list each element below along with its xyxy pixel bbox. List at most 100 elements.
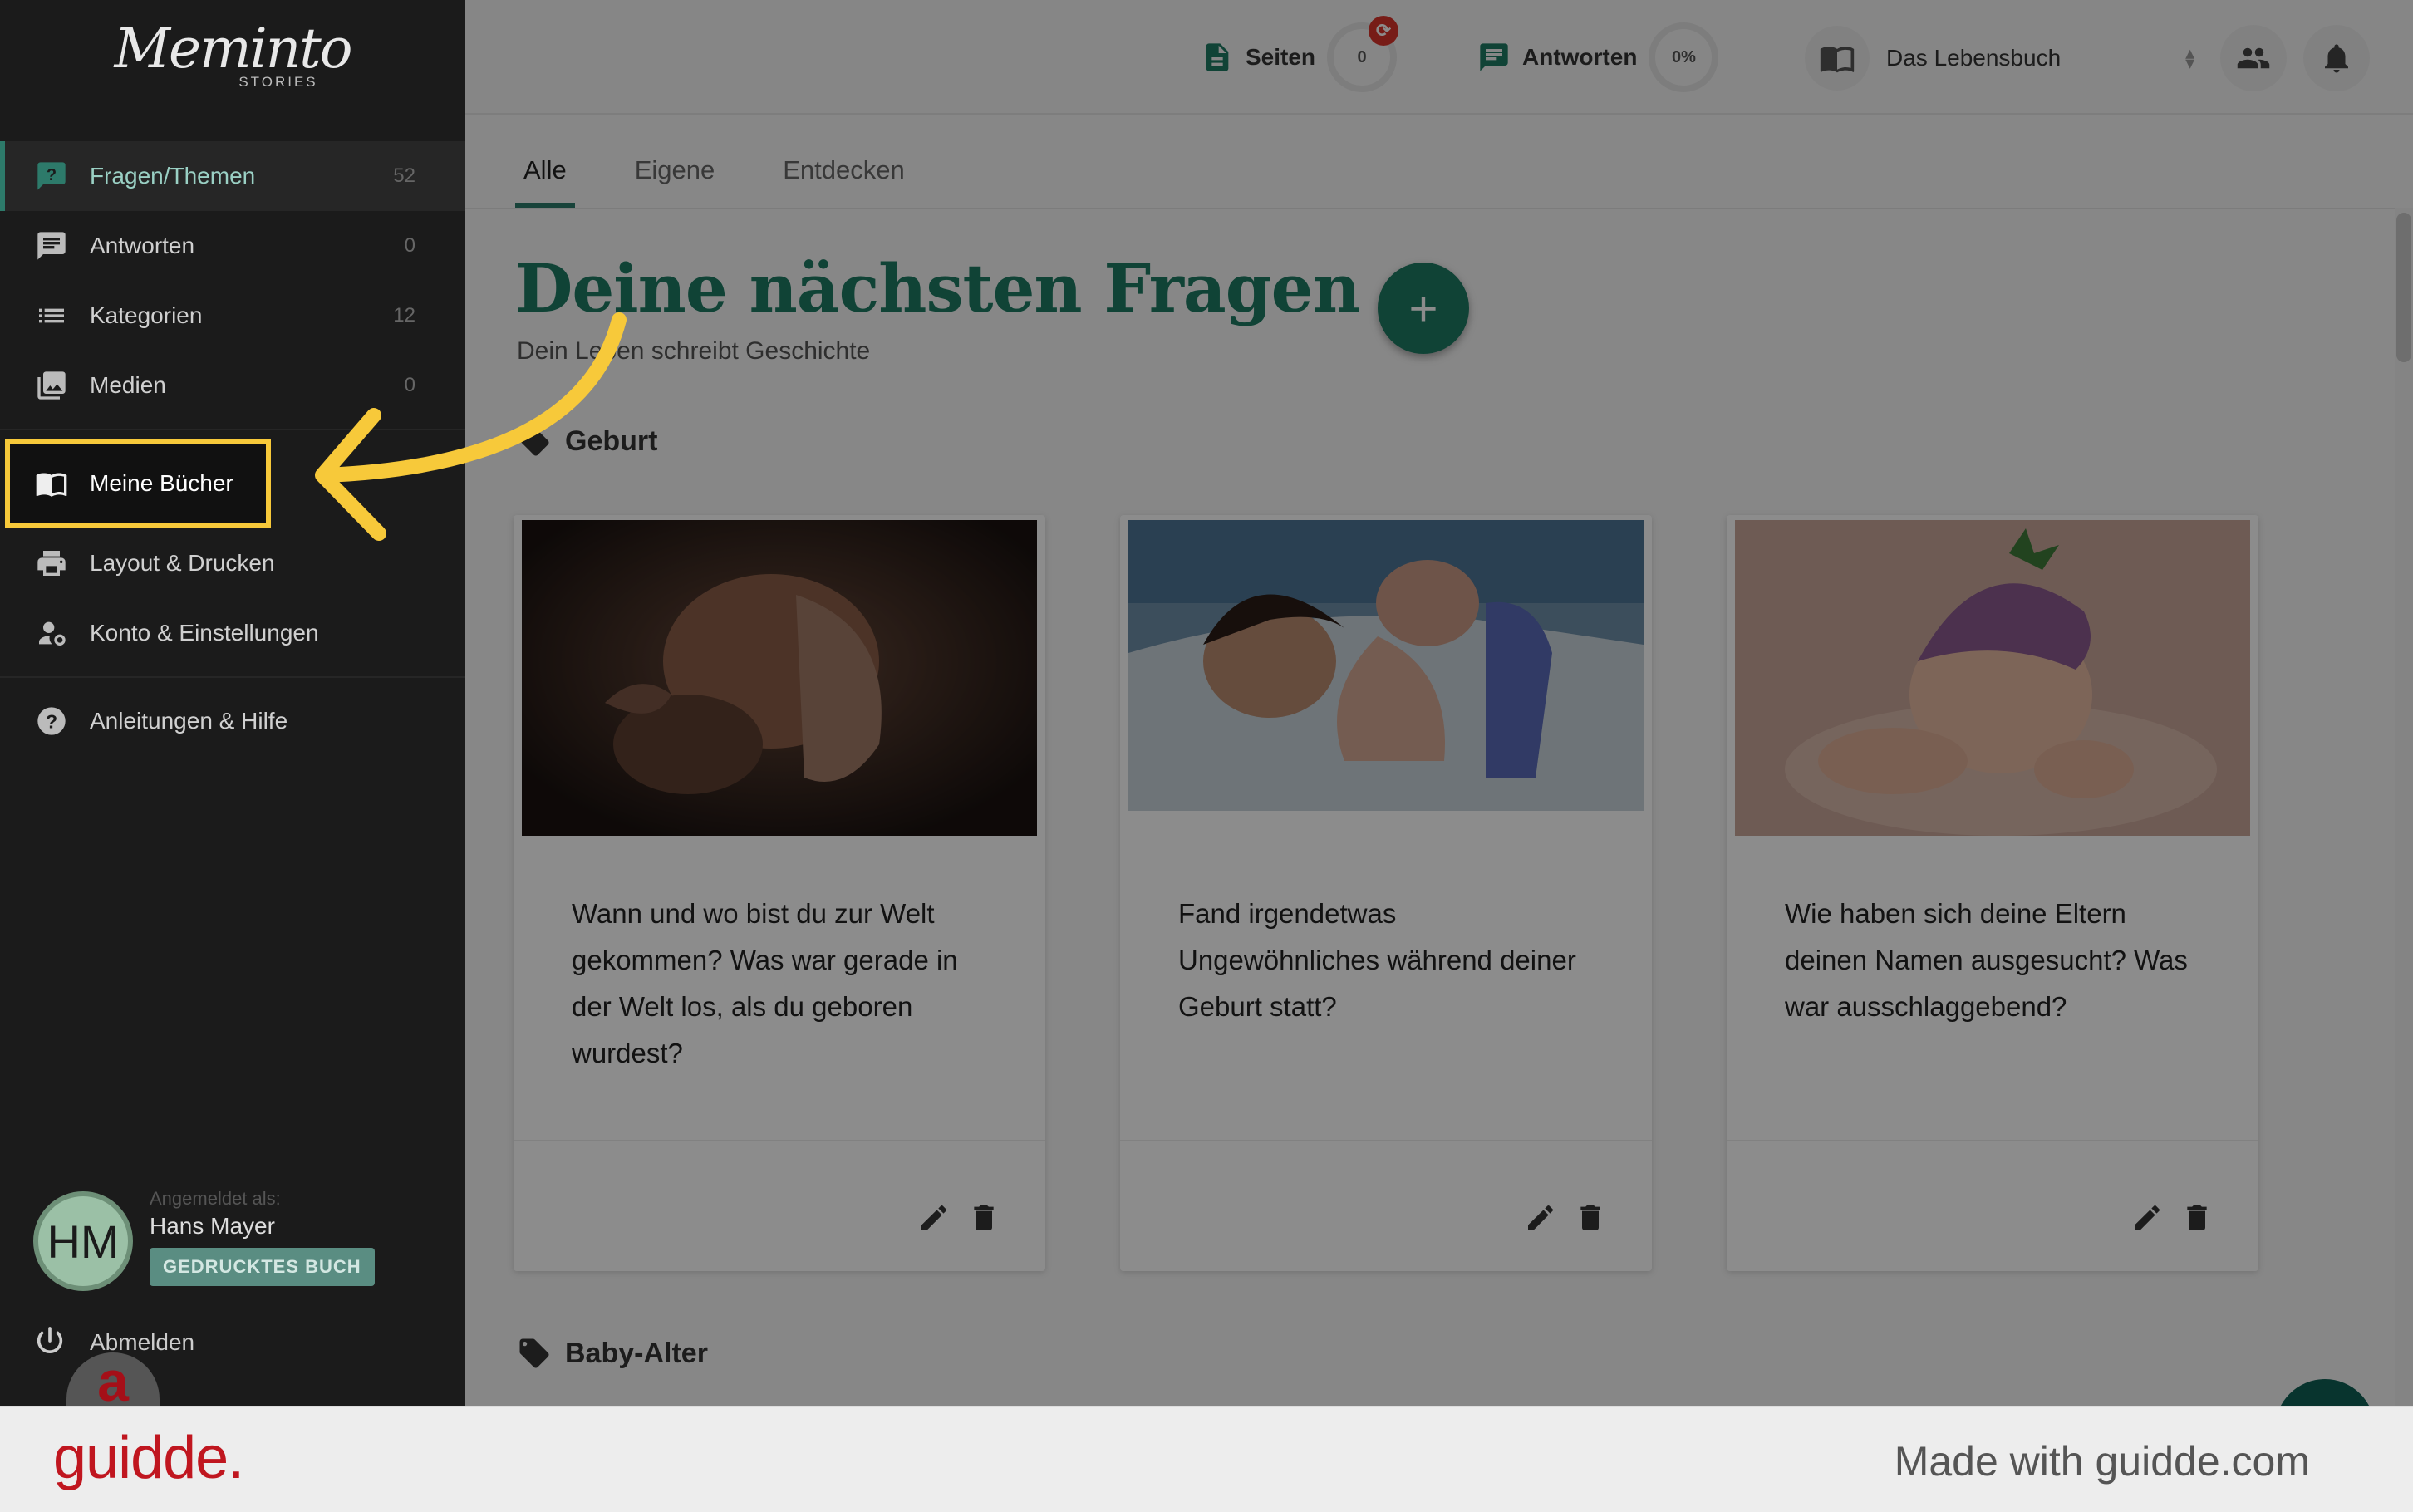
guidde-logo[interactable]: guidde.	[53, 1424, 244, 1492]
edit-icon[interactable]	[2127, 1198, 2167, 1238]
sidebar-item-count: 52	[393, 164, 415, 187]
sidebar-item-count: 0	[404, 374, 415, 396]
delete-icon[interactable]	[1570, 1198, 1610, 1238]
card-image-mother-newborn	[1128, 520, 1644, 836]
updown-chevron-icon: ▴ ▾	[2185, 42, 2195, 73]
tag-icon	[517, 1336, 552, 1371]
people-icon	[2237, 47, 2270, 69]
card-question: Wie haben sich deine Eltern deinen Namen…	[1785, 898, 2188, 1022]
chat-icon	[33, 228, 70, 264]
photo-library-icon	[33, 367, 70, 404]
pages-value: 0	[1357, 47, 1367, 66]
logo-text: Meminto	[114, 17, 352, 81]
delete-icon[interactable]	[2177, 1198, 2217, 1238]
card-divider	[1727, 1140, 2258, 1141]
logged-in-label: Angemeldet als:	[150, 1188, 281, 1209]
logout-label: Abmelden	[90, 1329, 195, 1355]
section-title: Baby-Alter	[565, 1337, 708, 1369]
sidebar-item-fragen-themen[interactable]: ? Fragen/Themen 52	[0, 141, 465, 211]
scrollbar[interactable]	[2395, 208, 2413, 1406]
section-title: Geburt	[565, 425, 658, 457]
made-with-text[interactable]: Made with guidde.com	[1895, 1437, 2310, 1485]
book-icon	[33, 465, 70, 502]
app-logo[interactable]: Meminto STORIES	[0, 17, 465, 91]
page-title: Deine nächsten Fragen	[515, 249, 1361, 327]
sidebar-item-antworten[interactable]: Antworten 0	[0, 211, 465, 281]
sidebar-item-meine-buecher[interactable]: Meine Bücher	[5, 439, 271, 528]
help-icon: ?	[33, 703, 70, 739]
avatar[interactable]: HM	[33, 1191, 133, 1291]
sidebar-item-kategorien[interactable]: Kategorien 12	[0, 281, 465, 351]
add-question-button[interactable]: +	[1378, 263, 1469, 354]
person-settings-icon	[33, 615, 70, 651]
sidebar-item-label: Meine Bücher	[90, 470, 233, 496]
chat-icon	[1477, 39, 1511, 76]
bell-icon	[2325, 44, 2348, 73]
user-name: Hans Mayer	[150, 1213, 275, 1239]
tab-alle[interactable]: Alle	[515, 133, 575, 208]
tag-icon	[517, 424, 552, 459]
plan-badge: GEDRUCKTES BUCH	[150, 1248, 375, 1286]
question-card[interactable]: Wann und wo bist du zur Welt gekommen? W…	[514, 515, 1045, 1271]
sidebar-item-label: Antworten	[90, 233, 195, 258]
scrollbar-thumb[interactable]	[2396, 213, 2411, 362]
document-icon	[1201, 39, 1234, 76]
question-icon: ?	[33, 158, 70, 194]
sidebar-item-layout-drucken[interactable]: Layout & Drucken	[0, 528, 465, 598]
tab-bar: Alle Eigene Entdecken	[515, 133, 965, 208]
sidebar-item-label: Anleitungen & Hilfe	[90, 708, 288, 734]
top-bar: Seiten 0 ⟳ Antworten 0% Das Lebensbuch ▴…	[465, 0, 2413, 115]
card-image-newborn-hand	[522, 520, 1037, 836]
question-card[interactable]: Wie haben sich deine Eltern deinen Namen…	[1727, 515, 2258, 1271]
question-card[interactable]: Fand irgendetwas Ungewöhnliches während …	[1120, 515, 1652, 1271]
sidebar-item-count: 0	[404, 234, 415, 257]
pages-label: Seiten	[1246, 44, 1316, 70]
delete-icon[interactable]	[964, 1198, 1004, 1238]
guidde-footer: guidde. Made with guidde.com	[0, 1406, 2413, 1512]
sidebar: Meminto STORIES ? Fragen/Themen 52 Antwo…	[0, 0, 465, 1406]
sidebar-item-count: 12	[393, 304, 415, 326]
card-actions	[1511, 1198, 1610, 1238]
sidebar-item-label: Konto & Einstellungen	[90, 620, 319, 646]
card-divider	[514, 1140, 1045, 1141]
answers-stat[interactable]: Antworten 0%	[1477, 18, 1719, 96]
card-image-sleeping-baby-hat	[1735, 520, 2250, 836]
sync-icon[interactable]: ⟳	[1369, 16, 1399, 46]
nav-divider	[0, 676, 465, 678]
tab-eigene[interactable]: Eigene	[627, 133, 724, 208]
page-subtitle: Dein Leben schreibt Geschichte	[517, 337, 871, 365]
card-actions	[2117, 1198, 2217, 1238]
section-header: Baby-Alter	[517, 1333, 708, 1374]
card-question: Fand irgendetwas Ungewöhnliches während …	[1178, 898, 1576, 1022]
list-icon	[33, 297, 70, 334]
notifications-button[interactable]	[2303, 25, 2370, 91]
card-question: Wann und wo bist du zur Welt gekommen? W…	[572, 898, 958, 1068]
sidebar-item-anleitungen-hilfe[interactable]: ? Anleitungen & Hilfe	[0, 686, 465, 756]
book-name: Das Lebensbuch	[1886, 45, 2062, 71]
nav-divider	[0, 429, 465, 430]
tab-divider	[465, 208, 2413, 209]
sidebar-item-label: Layout & Drucken	[90, 550, 275, 576]
svg-text:?: ?	[47, 166, 57, 184]
pages-stat[interactable]: Seiten 0 ⟳	[1201, 16, 1399, 96]
section-header: Geburt	[517, 420, 657, 462]
sidebar-item-label: Fragen/Themen	[90, 163, 256, 189]
card-actions	[904, 1198, 1004, 1238]
sidebar-item-label: Kategorien	[90, 302, 203, 328]
sidebar-nav: ? Fragen/Themen 52 Antworten 0 Kategorie…	[0, 141, 465, 756]
sidebar-item-medien[interactable]: Medien 0	[0, 351, 465, 420]
pages-ring: 0 ⟳	[1327, 16, 1399, 92]
tab-entdecken[interactable]: Entdecken	[774, 133, 913, 208]
sidebar-item-konto-einstellungen[interactable]: Konto & Einstellungen	[0, 598, 465, 668]
power-icon	[33, 1324, 70, 1361]
collaborators-button[interactable]	[2220, 25, 2287, 91]
edit-icon[interactable]	[914, 1198, 954, 1238]
main-content: Seiten 0 ⟳ Antworten 0% Das Lebensbuch ▴…	[465, 0, 2413, 1406]
card-divider	[1120, 1140, 1652, 1141]
user-info: HM Angemeldet als: Hans Mayer GEDRUCKTES…	[33, 1188, 449, 1296]
printer-icon	[33, 545, 70, 582]
answers-value: 0%	[1671, 47, 1696, 66]
edit-icon[interactable]	[1521, 1198, 1560, 1238]
sidebar-item-label: Medien	[90, 372, 166, 398]
svg-text:?: ?	[46, 710, 57, 732]
